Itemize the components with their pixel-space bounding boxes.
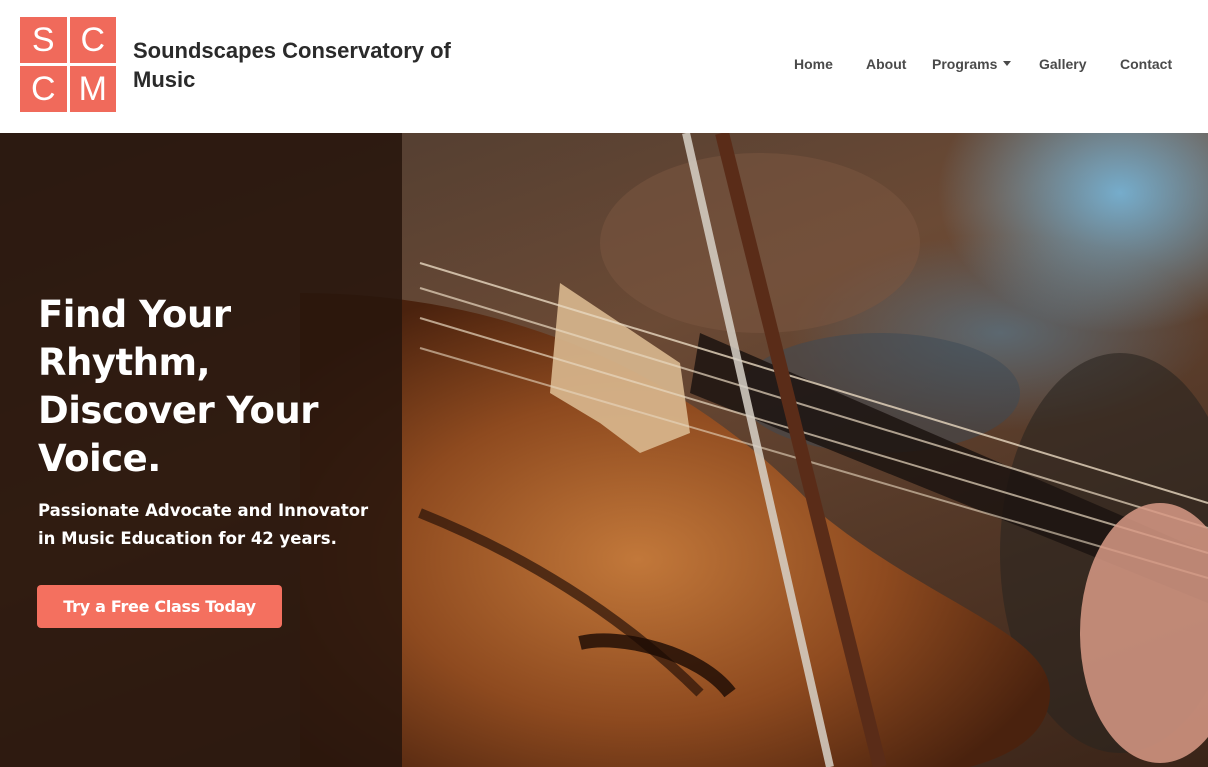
site-header: S C C M Soundscapes Conservatory of Musi…: [0, 0, 1208, 133]
nav-contact[interactable]: Contact: [1120, 55, 1172, 73]
hero-title: Find Your Rhythm, Discover Your Voice.: [38, 293, 319, 480]
nav-programs-label: Programs: [932, 56, 998, 72]
hero-section: Find Your Rhythm, Discover Your Voice. P…: [0, 133, 1208, 767]
try-free-class-button[interactable]: Try a Free Class Today: [37, 585, 282, 628]
caret-down-icon: [1003, 61, 1012, 66]
nav-home[interactable]: Home: [794, 55, 833, 73]
nav-programs[interactable]: Programs: [932, 55, 1012, 73]
nav-about[interactable]: About: [866, 55, 906, 73]
nav-gallery[interactable]: Gallery: [1039, 55, 1086, 73]
main-nav: Home About Programs Gallery Contact: [0, 55, 1208, 75]
hero-subtitle: Passionate Advocate and Innovator in Mus…: [38, 501, 369, 548]
